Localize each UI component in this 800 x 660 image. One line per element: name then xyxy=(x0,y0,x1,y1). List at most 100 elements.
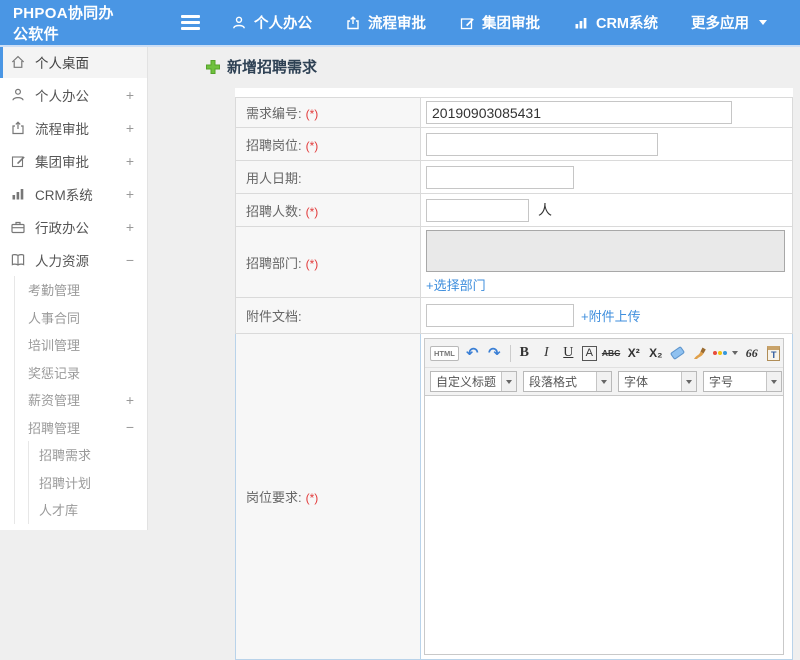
form-row-job-requirements: 岗位要求:(*) HTML ↶ ↷ B I U A ABC xyxy=(236,334,793,660)
topnav-personal-office[interactable]: 个人办公 xyxy=(231,12,312,33)
sidebar: 个人桌面 个人办公 + 流程审批 + 集团审批 + CRM系统 + 行政办公 +… xyxy=(0,45,148,530)
attachment-input[interactable] xyxy=(426,304,574,327)
expand-plus-icon[interactable]: + xyxy=(126,87,134,103)
heading-select[interactable]: 自定义标题 xyxy=(430,371,517,392)
select-department-link[interactable]: +选择部门 xyxy=(426,275,486,294)
bar-chart-icon xyxy=(10,186,26,202)
strikethrough-button[interactable]: ABC xyxy=(602,343,620,363)
undo-icon[interactable]: ↶ xyxy=(464,343,481,363)
main-content: 新增招聘需求 需求编号:(*) 招聘岗位:(*) xyxy=(149,45,800,530)
caret-down-icon xyxy=(501,372,516,391)
page-header: 新增招聘需求 xyxy=(149,45,800,88)
topnav-workflow-approval[interactable]: 流程审批 xyxy=(345,12,426,33)
hire-date-input[interactable] xyxy=(426,166,574,189)
unit-label: 人 xyxy=(538,202,552,218)
form-row-attachment: 附件文档: +附件上传 xyxy=(236,298,793,334)
field-label: 招聘岗位: xyxy=(246,138,302,153)
sidebar-item-hr[interactable]: 人力资源 − xyxy=(0,243,147,276)
subscript-button[interactable]: X₂ xyxy=(647,343,664,363)
topnav-crm[interactable]: CRM系统 xyxy=(573,12,658,33)
expand-plus-icon[interactable]: + xyxy=(126,219,134,235)
expand-plus-icon[interactable]: + xyxy=(126,186,134,202)
home-icon xyxy=(10,54,26,70)
caret-down-icon xyxy=(766,372,781,391)
sidebar-item-salary[interactable]: 薪资管理 + xyxy=(15,386,147,414)
editor-toolbar-row1: HTML ↶ ↷ B I U A ABC X² X₂ xyxy=(425,339,783,368)
sidebar-item-hr-contract[interactable]: 人事合同 xyxy=(15,304,147,332)
sidebar-item-training[interactable]: 培训管理 xyxy=(15,331,147,359)
attachment-upload-link[interactable]: +附件上传 xyxy=(581,309,641,324)
sidebar-item-recruit-plan[interactable]: 招聘计划 xyxy=(29,469,147,497)
book-icon xyxy=(10,252,26,268)
sidebar-item-talent-pool[interactable]: 人才库 xyxy=(29,496,147,524)
blockquote-button[interactable]: 66 xyxy=(743,343,760,363)
edit-icon xyxy=(459,15,475,31)
paste-icon[interactable]: T xyxy=(765,343,782,363)
sidebar-item-personal-desktop[interactable]: 个人桌面 xyxy=(0,45,147,78)
workflow-icon xyxy=(10,120,26,136)
hamburger-menu-icon[interactable] xyxy=(181,12,200,33)
edit-icon xyxy=(10,153,26,169)
caret-down-icon xyxy=(681,372,696,391)
form-panel: 需求编号:(*) 招聘岗位:(*) 用人日期: xyxy=(235,88,793,530)
superscript-button[interactable]: X² xyxy=(625,343,642,363)
workflow-icon xyxy=(345,15,361,31)
bar-chart-icon xyxy=(573,15,589,31)
font-family-select[interactable]: 字体 xyxy=(618,371,697,392)
sidebar-item-workflow-approval[interactable]: 流程审批 + xyxy=(0,111,147,144)
font-style-button[interactable]: A xyxy=(582,346,597,361)
field-label: 招聘人数: xyxy=(246,204,302,219)
top-navbar: PHPOA协同办公软件 个人办公 流程审批 集团审批 CRM系统 更多应用 xyxy=(0,0,800,45)
format-brush-icon[interactable] xyxy=(691,343,708,363)
sidebar-item-attendance[interactable]: 考勤管理 xyxy=(15,276,147,304)
sidebar-item-admin-office[interactable]: 行政办公 + xyxy=(0,210,147,243)
briefcase-icon xyxy=(10,219,26,235)
recruit-demand-form: 需求编号:(*) 招聘岗位:(*) 用人日期: xyxy=(235,97,793,660)
sidebar-item-recruit-mgmt[interactable]: 招聘管理 − xyxy=(15,414,147,442)
bold-button[interactable]: B xyxy=(516,343,533,363)
topbar-underline xyxy=(0,45,800,47)
form-row-demand-no: 需求编号: (*) xyxy=(236,98,793,128)
required-marker: (*) xyxy=(306,107,319,121)
required-marker: (*) xyxy=(306,257,319,271)
position-input[interactable] xyxy=(426,133,658,156)
italic-button[interactable]: I xyxy=(538,343,555,363)
field-label: 附件文档: xyxy=(246,309,302,324)
user-icon xyxy=(10,87,26,103)
eraser-icon[interactable] xyxy=(669,343,686,363)
color-palette-icon[interactable] xyxy=(713,343,738,363)
department-box[interactable] xyxy=(426,230,785,272)
form-row-department: 招聘部门:(*) +选择部门 xyxy=(236,227,793,298)
headcount-input[interactable] xyxy=(426,199,529,222)
rich-text-editor: HTML ↶ ↷ B I U A ABC X² X₂ xyxy=(424,338,784,655)
recruit-submenu: 招聘需求 招聘计划 人才库 xyxy=(28,441,147,524)
caret-down-icon xyxy=(732,351,738,355)
paragraph-format-select[interactable]: 段落格式 xyxy=(523,371,612,392)
expand-plus-icon[interactable]: + xyxy=(126,392,134,408)
form-row-hire-date: 用人日期: xyxy=(236,161,793,194)
redo-icon[interactable]: ↷ xyxy=(486,343,503,363)
topnav-more-apps[interactable]: 更多应用 xyxy=(691,12,767,33)
top-nav: 个人办公 流程审批 集团审批 CRM系统 更多应用 xyxy=(231,12,800,33)
form-row-position: 招聘岗位:(*) xyxy=(236,128,793,161)
sidebar-item-recruit-demand[interactable]: 招聘需求 xyxy=(29,441,147,469)
sidebar-item-personal-office[interactable]: 个人办公 + xyxy=(0,78,147,111)
toolbar-separator xyxy=(510,345,511,362)
expand-minus-icon[interactable]: − xyxy=(126,252,134,268)
demand-no-input[interactable] xyxy=(426,101,732,124)
underline-button[interactable]: U xyxy=(560,343,577,363)
topnav-group-approval[interactable]: 集团审批 xyxy=(459,12,540,33)
form-row-headcount: 招聘人数:(*) 人 xyxy=(236,194,793,227)
expand-minus-icon[interactable]: − xyxy=(126,419,134,435)
expand-plus-icon[interactable]: + xyxy=(126,153,134,169)
html-source-button[interactable]: HTML xyxy=(430,346,459,361)
field-label: 需求编号: xyxy=(246,106,302,121)
sidebar-item-rewards[interactable]: 奖惩记录 xyxy=(15,359,147,387)
expand-plus-icon[interactable]: + xyxy=(126,120,134,136)
hr-submenu: 考勤管理 人事合同 培训管理 奖惩记录 薪资管理 + 招聘管理 − 招聘需求 招… xyxy=(14,276,147,524)
required-marker: (*) xyxy=(306,491,319,505)
font-size-select[interactable]: 字号 xyxy=(703,371,782,392)
sidebar-item-group-approval[interactable]: 集团审批 + xyxy=(0,144,147,177)
editor-content-area[interactable] xyxy=(425,396,783,654)
sidebar-item-crm[interactable]: CRM系统 + xyxy=(0,177,147,210)
